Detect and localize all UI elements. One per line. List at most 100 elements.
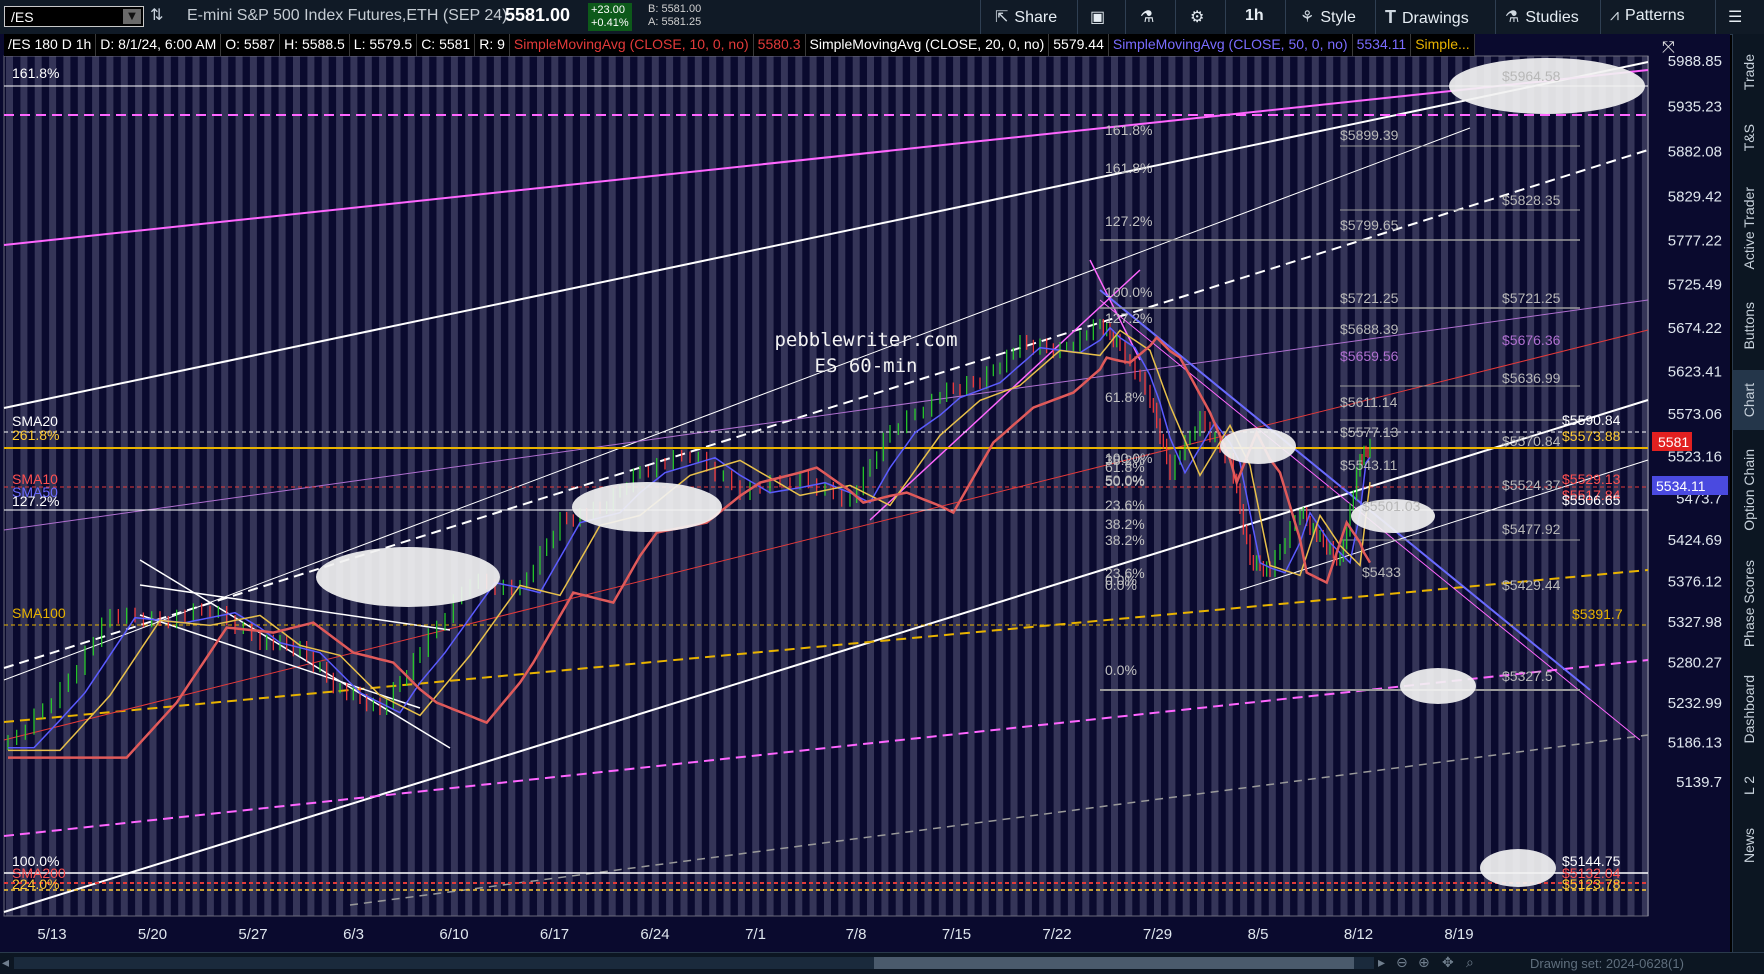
last-price: 5581.00 [505,5,571,25]
session-stripe [493,56,501,916]
fib-label: 50.0% [1105,472,1145,488]
share-icon: ⇱ [995,9,1009,26]
session-stripe [1211,56,1219,916]
settings-button[interactable]: ⚙ [1190,7,1204,27]
highlight-ellipse [1220,428,1296,464]
text-tool-icon: T [1385,7,1396,27]
sma50-tag: 5534.11 [1656,478,1706,494]
price-axis-label: 5424.69 [1668,532,1722,549]
date-axis-label: 5/27 [238,926,267,943]
session-stripe [924,56,932,916]
share-button[interactable]: ⇱ Share [995,7,1057,27]
flask-icon: ⚗ [1505,9,1520,26]
left-level-label: 261.8% [12,427,59,443]
sidebar-tab-buttons[interactable]: Buttons [1733,288,1764,364]
toolbar-divider [1715,0,1716,34]
session-stripe [910,56,918,916]
session-stripes [6,56,1649,916]
tab-label: Dashboard [1741,674,1757,744]
symbol-selector[interactable]: /ES ▼ [4,6,144,27]
scroll-right-icon[interactable]: ▸ [1378,955,1385,971]
sidebar-tab-dashboard[interactable]: Dashboard [1733,664,1764,754]
highlight-ellipse [1400,668,1476,704]
tab-label: T&S [1741,124,1757,152]
style-label: Style [1320,9,1356,26]
timeframe-button[interactable]: 1h [1245,7,1264,25]
scroll-left-icon[interactable]: ◂ [2,955,9,971]
style-button[interactable]: ⚘ Style [1300,7,1356,27]
fib-label: 100.0% [1105,284,1152,300]
session-stripe [163,56,171,916]
date-axis-label: 8/19 [1444,926,1473,943]
sidebar-tab-active-trader[interactable]: Active Trader [1733,174,1764,282]
session-stripe [249,56,257,916]
pan-icon[interactable]: ✥ [1442,955,1454,971]
magnifier-icon[interactable]: ⌕ [1466,955,1474,971]
date-axis-label: 6/17 [540,926,569,943]
scrollbar-thumb[interactable] [874,957,1354,969]
session-stripe [1354,56,1362,916]
top-toolbar: /ES ▼ ⇅ E-mini S&P 500 Index Futures,ETH… [0,0,1764,35]
session-stripe [1268,56,1276,916]
symbol-period: /ES 180 D 1h [4,34,97,56]
zoom-in-icon[interactable]: ⊕ [1418,955,1430,971]
zoom-out-icon[interactable]: ⊖ [1396,955,1408,971]
session-stripe [522,56,530,916]
drawings-label: Drawings [1402,10,1469,27]
right-level-label: $5799.65 [1340,217,1399,233]
session-stripe [1297,56,1305,916]
flask-icon: ⚗ [1140,9,1155,26]
tab-label: Trade [1741,53,1757,91]
sidebar-tab-time-sales[interactable]: T&S [1733,108,1764,168]
sidebar-tab-news[interactable]: News [1733,816,1764,876]
session-stripe [1326,56,1334,916]
price-change: +23.00 +0.41% [588,3,632,31]
bottom-bar: ◂ ▸ ⊖ ⊕ ✥ ⌕ Drawing set: 2024-0628(1) [0,952,1764,974]
date-axis-label: 7/15 [942,926,971,943]
chevron-down-icon[interactable]: ▼ [123,9,141,24]
sidebar-tab-chart[interactable]: Chart [1733,370,1764,430]
camera-icon: ▣ [1090,9,1106,26]
session-stripe [594,56,602,916]
snapshot-button[interactable]: ▣ [1090,7,1105,27]
gear-icon: ⚙ [1190,9,1205,26]
studies-lab-button[interactable]: ⚗ [1140,7,1154,27]
date-axis-label: 7/1 [745,926,766,943]
right-level-label: $5828.35 [1502,192,1561,208]
highlight-ellipse [1449,58,1645,114]
cursor-tool-icon[interactable]: ⤧ [1662,37,1675,56]
link-icon[interactable]: ⇅ [150,5,163,24]
sidebar-tab-trade[interactable]: Trade [1733,42,1764,102]
menu-button[interactable]: ☰ [1728,7,1742,27]
session-stripe [1024,56,1032,916]
session-stripe [723,56,731,916]
instrument-title: E-mini S&P 500 Index Futures,ETH (SEP 24… [187,7,508,24]
drawings-button[interactable]: T Drawings [1385,7,1469,28]
patterns-button[interactable]: ⩘ Patterns [1610,7,1685,25]
session-stripe [709,56,717,916]
price-axis-label: 5327.98 [1668,614,1722,631]
bid-value: B: 5581.00 [648,3,702,15]
bar-high: H: 5588.5 [280,34,350,56]
session-stripe [551,56,559,916]
watermark-line1: pebblewriter.com [774,329,957,351]
share-label: Share [1014,9,1058,26]
price-chart[interactable]: 5988.85 5935.23 5882.08 5829.42 5777.22 5725.… [0,34,1730,952]
session-stripe [996,56,1004,916]
app-window: /ES ▼ ⇅ E-mini S&P 500 Index Futures,ETH… [0,0,1764,974]
session-stripe [938,56,946,916]
session-stripe [737,56,745,916]
date-axis-label: 5/20 [138,926,167,943]
right-level-label: $5721.25 [1502,290,1561,306]
sidebar-tab-phase-scores[interactable]: Phase Scores [1733,550,1764,658]
studies-button[interactable]: ⚗ Studies [1505,7,1579,27]
menu-icon: ☰ [1728,9,1743,26]
session-stripe [293,56,300,916]
right-level-label: $5543.11 [1340,457,1398,473]
session-stripe [235,56,243,916]
time-scrollbar[interactable] [14,957,1374,969]
session-stripe [106,56,114,916]
sidebar-tab-level2[interactable]: L 2 [1733,760,1764,810]
last-price-tag: 5581 [1658,434,1689,450]
sidebar-tab-option-chain[interactable]: Option Chain [1733,436,1764,544]
